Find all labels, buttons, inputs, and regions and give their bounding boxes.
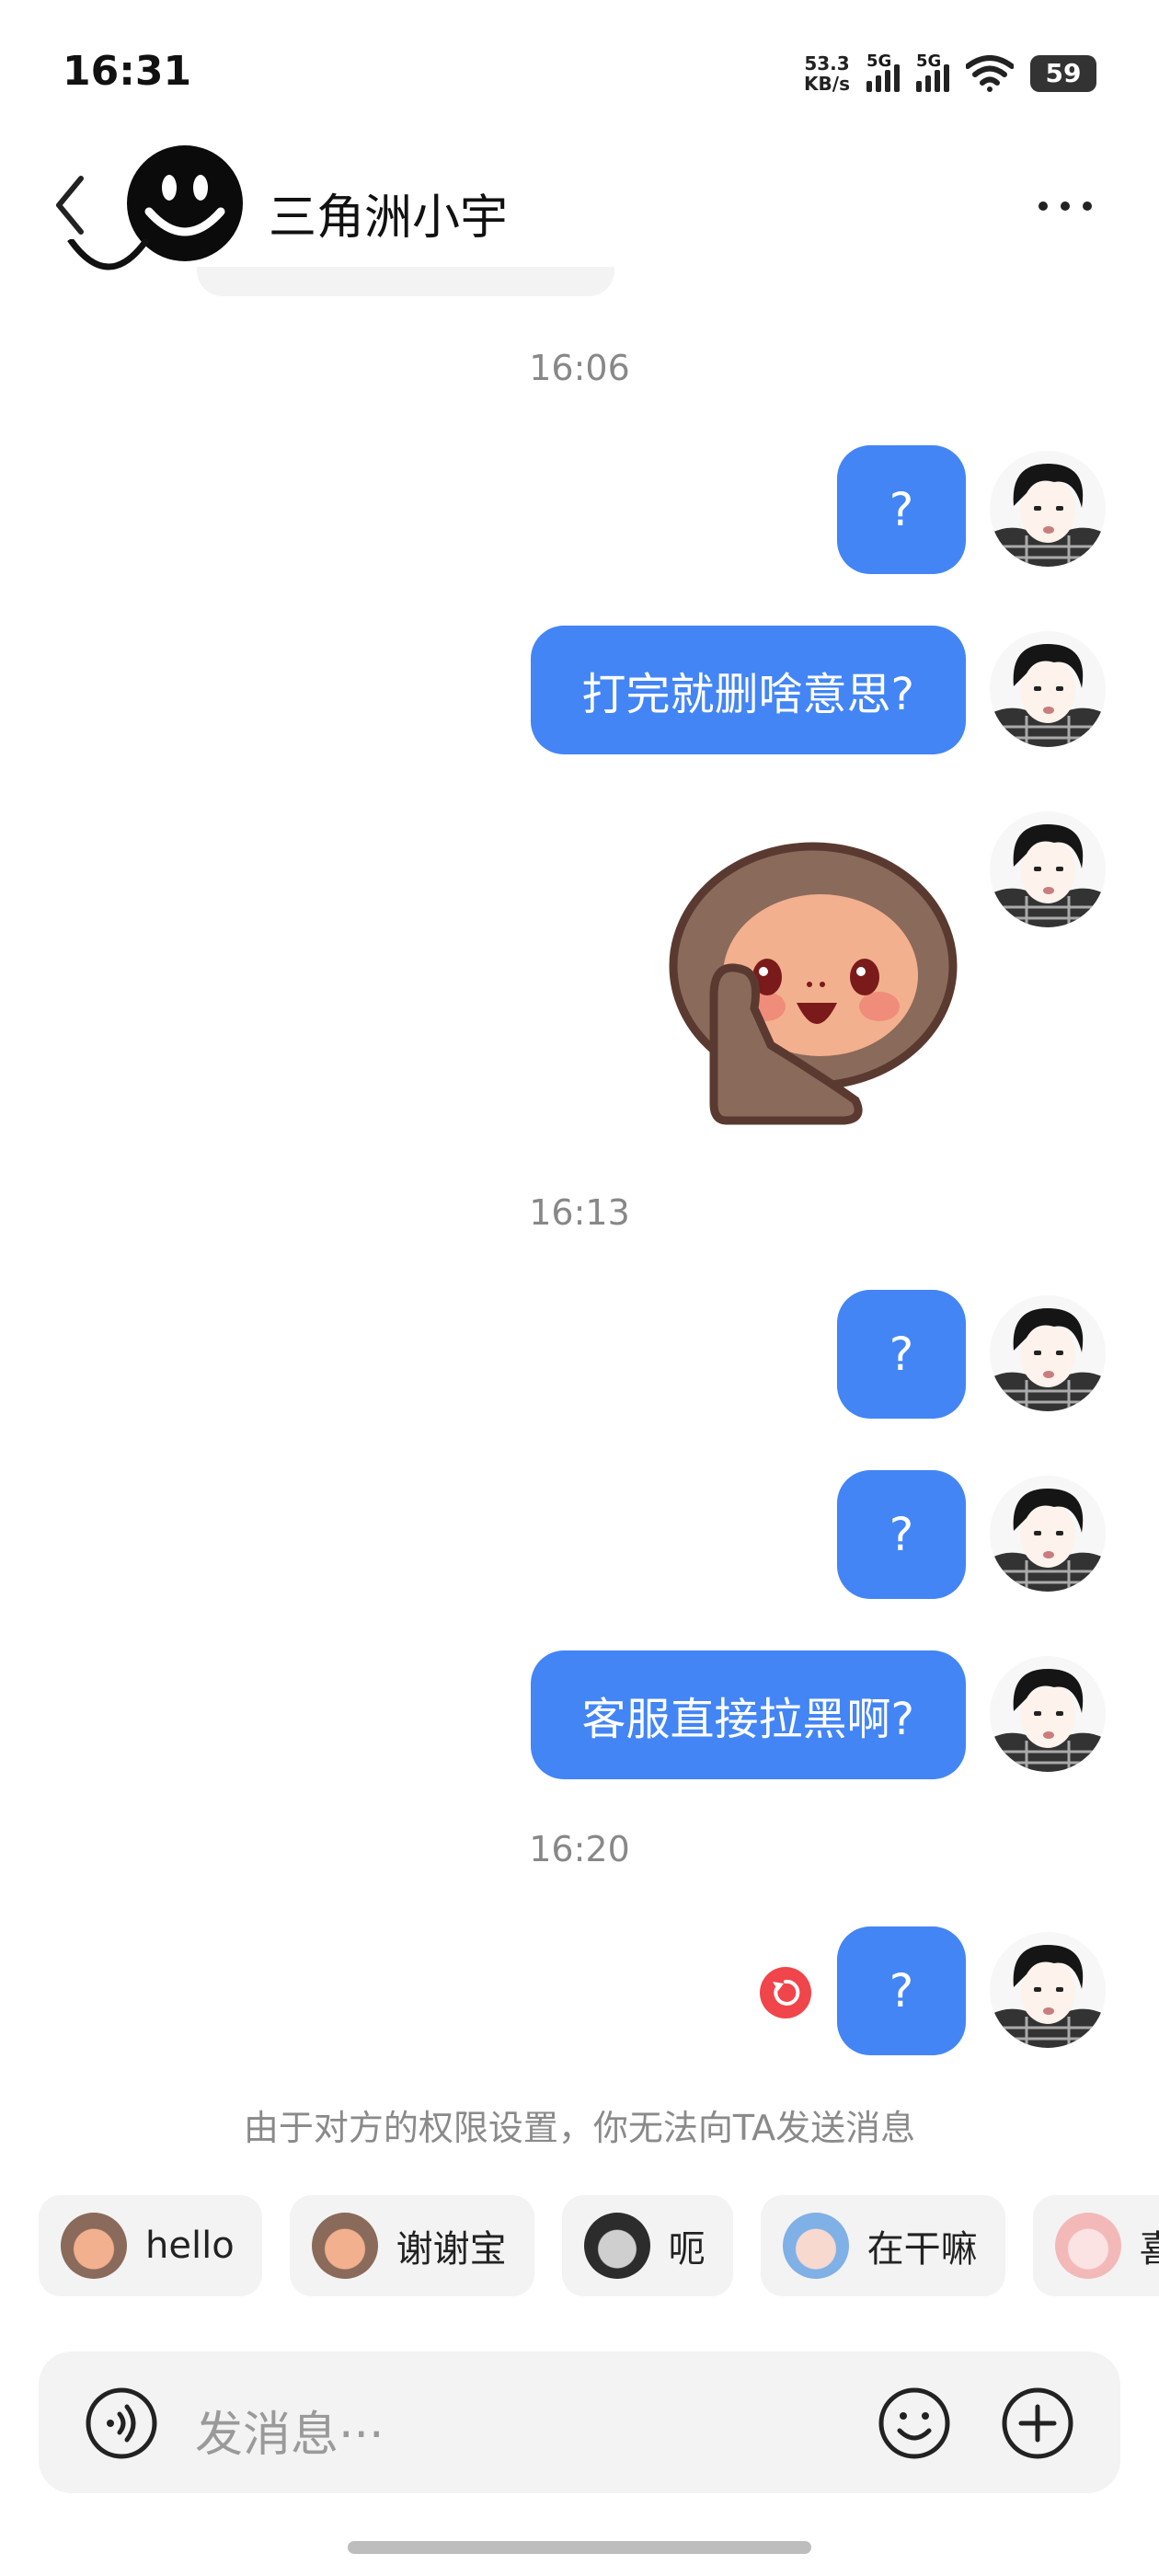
my-avatar[interactable] [990,1476,1106,1592]
magnifier-emoji-icon [782,2213,849,2279]
plus-icon[interactable] [1001,2386,1074,2460]
resend-failed-icon[interactable] [760,1967,811,2018]
home-indicator[interactable] [348,2541,811,2554]
timestamp: 16:13 [529,1192,630,1233]
more-dot [1083,201,1092,211]
monkey-sticker[interactable] [638,828,966,1132]
my-avatar[interactable] [990,451,1106,567]
status-icons: 53.3 KB/s 5G 5G 59 [804,52,1096,95]
battery-icon: 59 [1030,55,1096,92]
pig-emoji-icon [1054,2213,1121,2279]
more-dot [1061,201,1070,211]
quick-reply-thanks[interactable]: 谢谢宝 [289,2195,534,2296]
quick-reply-like[interactable]: 喜 [1032,2195,1159,2296]
message-input[interactable]: 发消息··· [195,2396,384,2465]
message-bubble[interactable]: 打完就删啥意思? [530,626,966,754]
voice-icon[interactable] [85,2386,158,2460]
partial-contact-avatar [57,239,160,291]
monkey-rose-emoji-icon [311,2213,378,2279]
signal-5g-icon: 5G [916,52,949,92]
message-bubble[interactable]: ? [837,1470,966,1599]
monkey-emoji-icon [61,2213,127,2279]
my-avatar[interactable] [990,1295,1106,1411]
cat-emoji-icon [583,2213,650,2279]
quick-reply-row: hello 谢谢宝 呃 在干嘛 喜 [39,2195,1159,2296]
network-speed: 53.3 KB/s [804,52,850,95]
my-avatar[interactable] [990,1932,1106,2048]
timestamp: 16:06 [529,348,630,388]
back-icon[interactable] [52,173,88,237]
quick-reply-uh[interactable]: 呃 [561,2195,733,2296]
message-bubble[interactable]: ? [837,1926,966,2055]
emoji-icon[interactable] [878,2386,951,2460]
message-bubble[interactable]: 客服直接拉黑啊? [530,1650,966,1779]
contact-name[interactable]: 三角洲小宇 [269,178,508,247]
more-options-button[interactable] [1032,188,1098,224]
wifi-icon [966,55,1014,92]
more-dot [1039,201,1048,211]
my-avatar[interactable] [990,631,1106,747]
status-time: 16:31 [63,48,192,95]
partial-message-bubble [197,267,614,296]
quick-reply-hello[interactable]: hello [39,2195,262,2296]
permission-notice: 由于对方的权限设置，你无法向TA发送消息 [243,2108,916,2148]
my-avatar[interactable] [990,811,1106,927]
signal-5g-icon: 5G [866,52,900,92]
quick-reply-what-doing[interactable]: 在干嘛 [760,2195,1005,2296]
timestamp: 16:20 [529,1829,630,1869]
message-bubble[interactable]: ? [837,1290,966,1419]
my-avatar[interactable] [990,1656,1106,1772]
message-bubble[interactable]: ? [837,445,966,574]
